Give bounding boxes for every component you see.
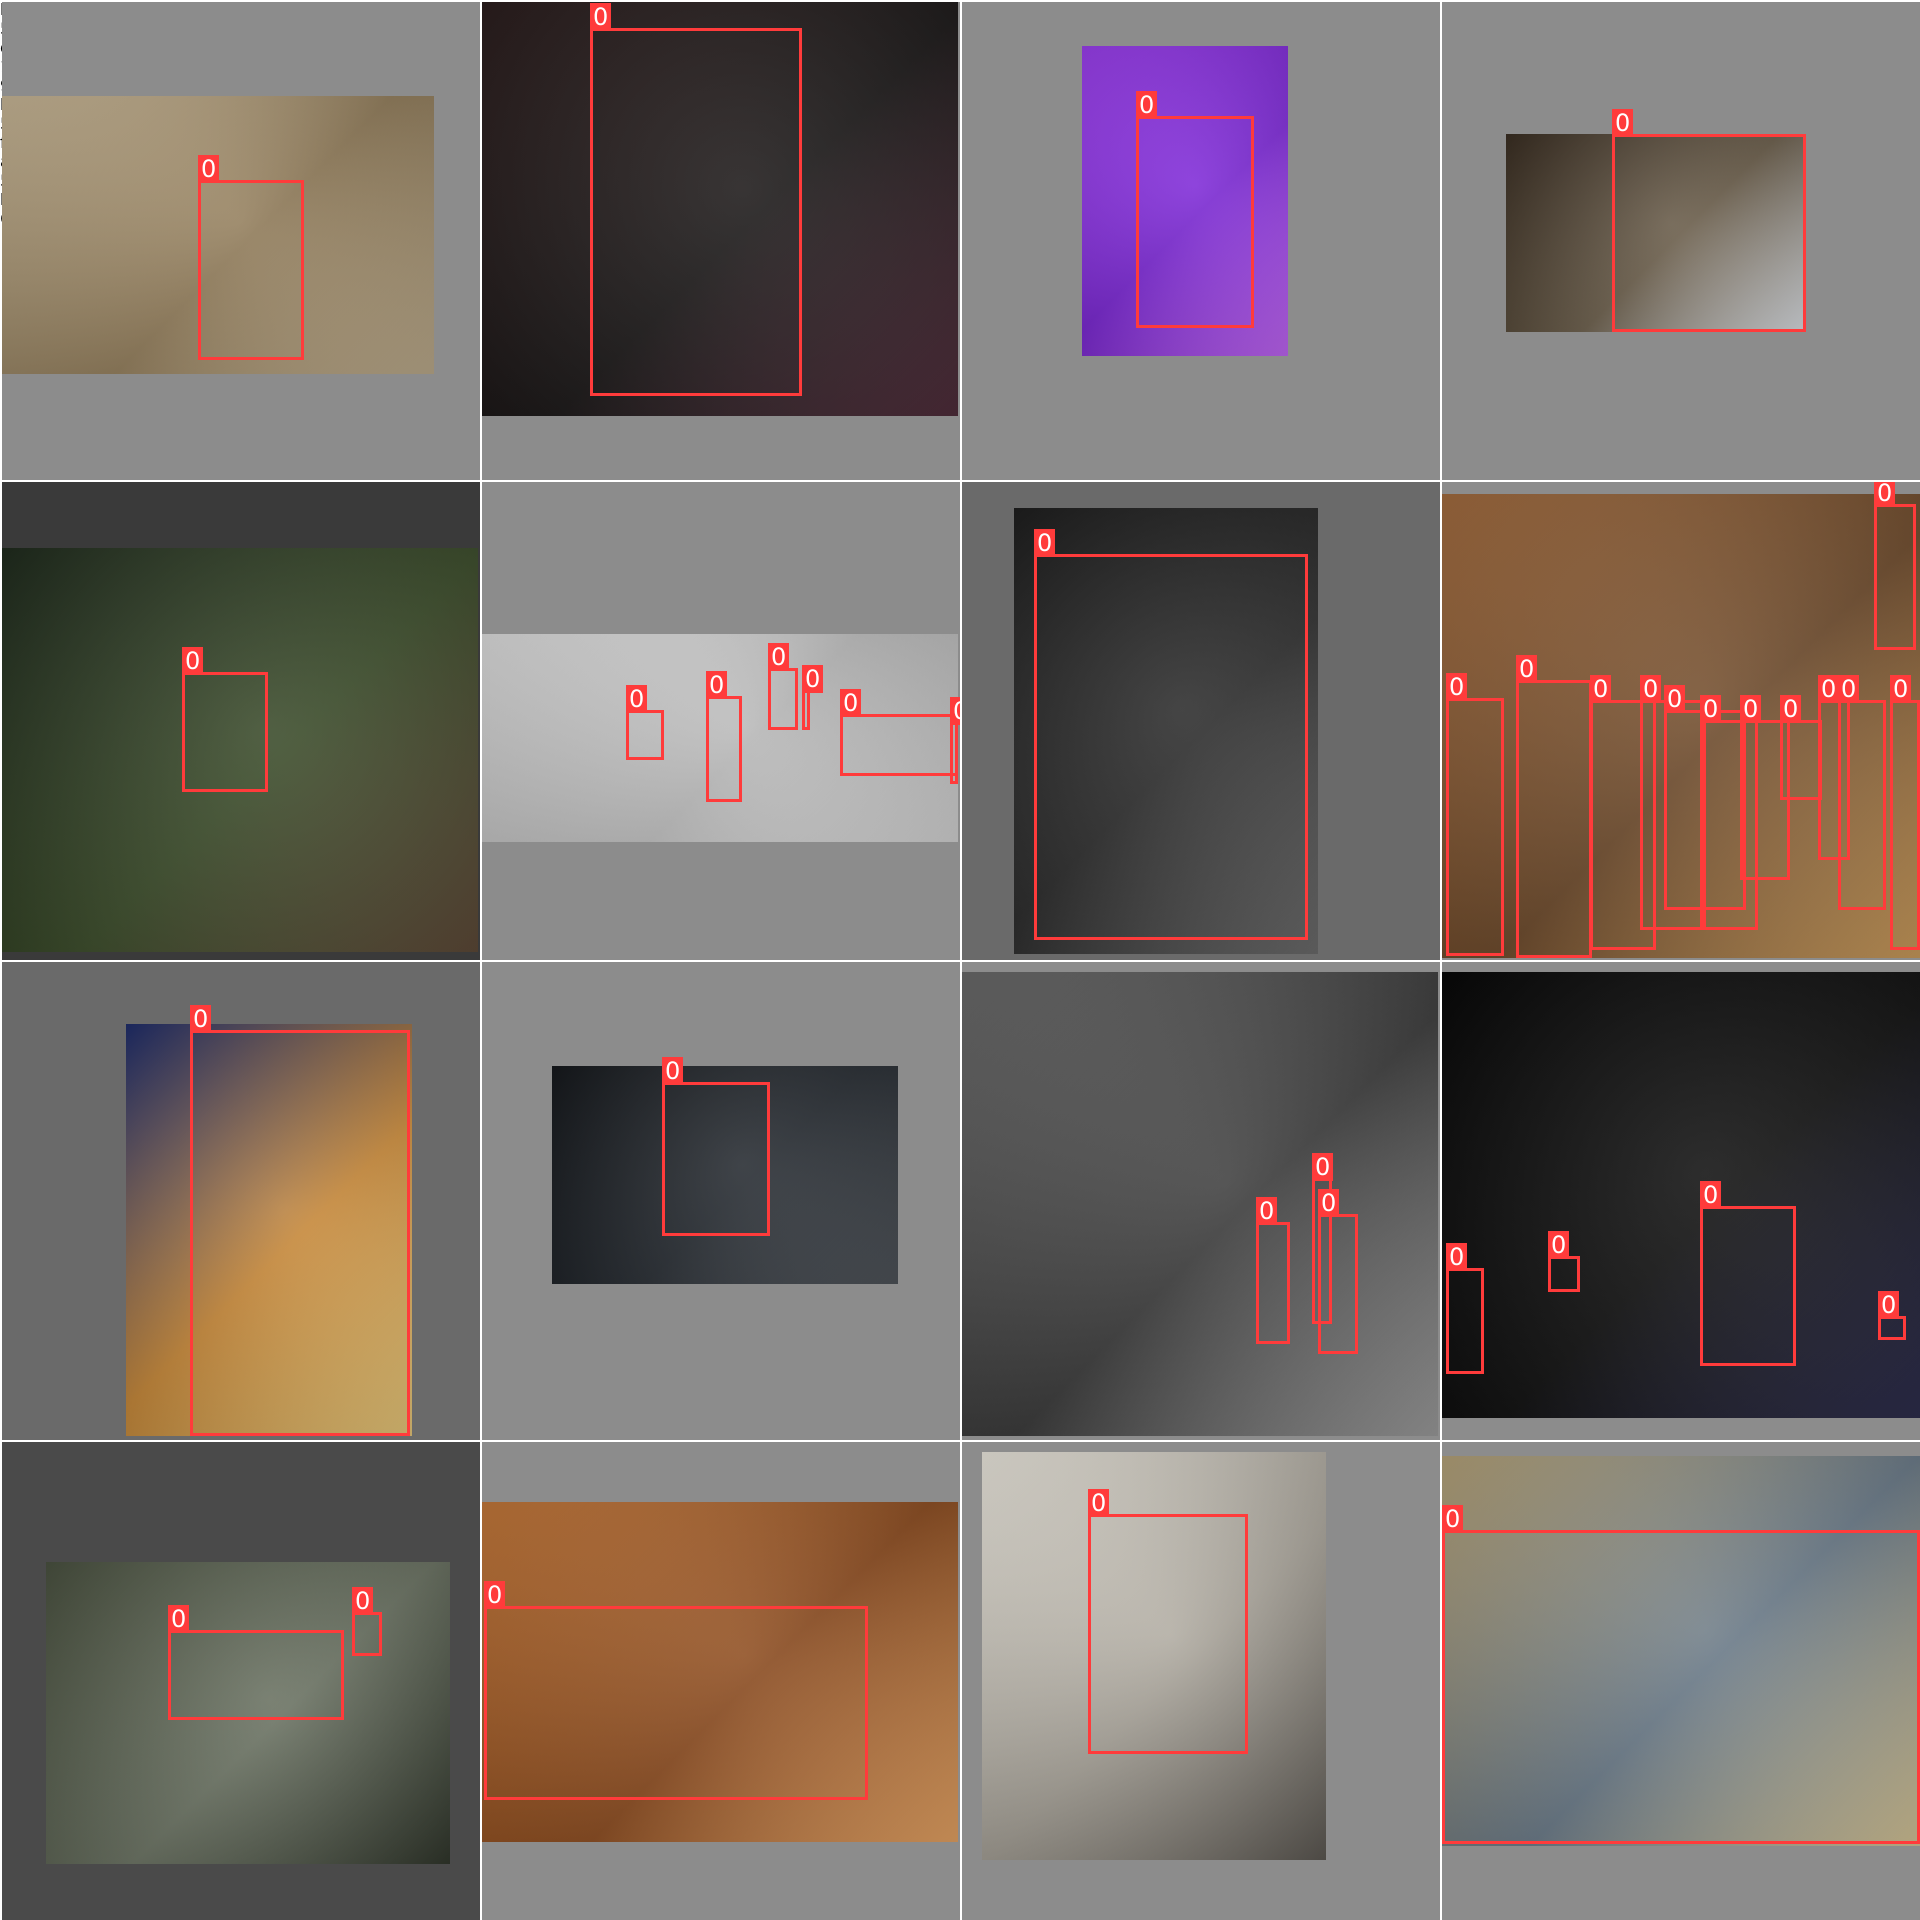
detection-box: 0 <box>1780 695 1822 800</box>
image-tile: 000000 <box>482 482 960 960</box>
image-tile: 0 <box>1442 2 1920 480</box>
image-tile: 0 <box>962 1442 1440 1920</box>
class-label: 0 <box>1034 529 1056 557</box>
class-label: 0 <box>1446 673 1468 701</box>
detection-box: 0 <box>1890 675 1920 950</box>
class-label: 0 <box>706 671 728 699</box>
class-label: 0 <box>168 1605 190 1633</box>
image-tile: 0 <box>2 962 480 1440</box>
detection-box: 0 <box>802 665 824 730</box>
class-label: 0 <box>1516 655 1538 683</box>
class-label: 0 <box>1318 1189 1340 1217</box>
image-tile: 0 <box>1442 1442 1920 1920</box>
detection-box: 0 <box>1136 91 1254 328</box>
class-label: 0 <box>352 1587 374 1615</box>
image-tile: 0 0 0 0 <box>1442 962 1920 1440</box>
class-label: 0 <box>1136 91 1158 119</box>
detection-box: 0 <box>1318 1189 1358 1354</box>
class-label: 0 <box>1890 675 1912 703</box>
class-label: 0 <box>590 3 612 31</box>
detection-box: 0 <box>706 671 742 802</box>
class-label: 0 <box>1312 1153 1334 1181</box>
image-tile: 0 <box>962 2 1440 480</box>
class-label: 0 <box>1838 675 1860 703</box>
detection-box: 0 <box>484 1581 868 1800</box>
class-label: 0 <box>662 1057 684 1085</box>
image-tile: 000000000000 <box>1442 482 1920 960</box>
detection-box: 0 <box>1838 675 1886 910</box>
class-label: 0 <box>1874 482 1896 507</box>
detection-box: 0 <box>662 1057 770 1236</box>
photo-shading <box>962 972 1438 1436</box>
class-label: 0 <box>484 1581 506 1609</box>
detection-box: 0 <box>1034 529 1308 940</box>
detection-box: 0 <box>1700 1181 1796 1366</box>
class-label: 0 <box>1590 675 1612 703</box>
mosaic-grid: 00000000000000000000000000000000000000b4… <box>0 0 1920 1920</box>
image-tile: 0 <box>482 2 960 480</box>
detection-box: 0 <box>1878 1291 1906 1340</box>
detection-box: 0 <box>1612 109 1806 332</box>
detection-box: 0 <box>1446 673 1504 956</box>
detection-box: 0 <box>190 1005 410 1436</box>
class-label: 0 <box>840 689 862 717</box>
detection-box: 0 <box>1548 1231 1580 1292</box>
class-label: 0 <box>1780 695 1802 723</box>
class-label: 0 <box>802 665 824 693</box>
class-label: 0 <box>1818 675 1840 703</box>
detection-box: 0 <box>182 647 268 792</box>
class-label: 0 <box>1256 1197 1278 1225</box>
image-tile: 0 0 0 <box>962 962 1440 1440</box>
detection-box: 0 <box>1446 1243 1484 1374</box>
class-label: 0 <box>768 643 790 671</box>
class-label: 0 <box>190 1005 212 1033</box>
class-label: 0 <box>1612 109 1634 137</box>
image-tile: 0 <box>962 482 1440 960</box>
detection-box: 0 <box>1256 1197 1290 1344</box>
detection-box: 0 <box>1874 482 1916 650</box>
detection-box: 0 <box>840 689 958 776</box>
image-tile: 0 <box>482 1442 960 1920</box>
detection-box: 0 <box>950 697 960 784</box>
photo-shading <box>1442 972 1920 1418</box>
detection-box: 0 <box>626 685 664 760</box>
class-label: 0 <box>1548 1231 1570 1259</box>
detection-box: 0 <box>1088 1489 1248 1754</box>
class-label: 0 <box>1442 1505 1464 1533</box>
detection-box: 0 <box>352 1587 382 1656</box>
image-tile: 00 <box>2 1442 480 1920</box>
class-label: 0 <box>1088 1489 1110 1517</box>
detection-box: 0 <box>768 643 798 730</box>
class-label: 0 <box>1640 675 1662 703</box>
class-label: 0 <box>1446 1243 1468 1271</box>
class-label: 0 <box>1740 695 1762 723</box>
image-tile: 0 <box>2 2 480 480</box>
class-label: 0 <box>198 155 220 183</box>
photo <box>962 972 1438 1436</box>
class-label: 0 <box>1700 1181 1722 1209</box>
detection-box: 0 <box>198 155 304 360</box>
class-label: 0 <box>950 697 960 725</box>
detection-box: 0 <box>1516 655 1592 958</box>
image-tile: 0 <box>482 962 960 1440</box>
class-label: 0 <box>1700 695 1722 723</box>
photo <box>1442 972 1920 1418</box>
class-label: 0 <box>626 685 648 713</box>
detection-box: 0 <box>168 1605 344 1720</box>
image-tile: 0 <box>2 482 480 960</box>
class-label: 0 <box>1878 1291 1900 1319</box>
detection-box: 0 <box>590 3 802 396</box>
detection-box: 0 <box>1442 1505 1920 1844</box>
class-label: 0 <box>1664 685 1686 713</box>
class-label: 0 <box>182 647 204 675</box>
